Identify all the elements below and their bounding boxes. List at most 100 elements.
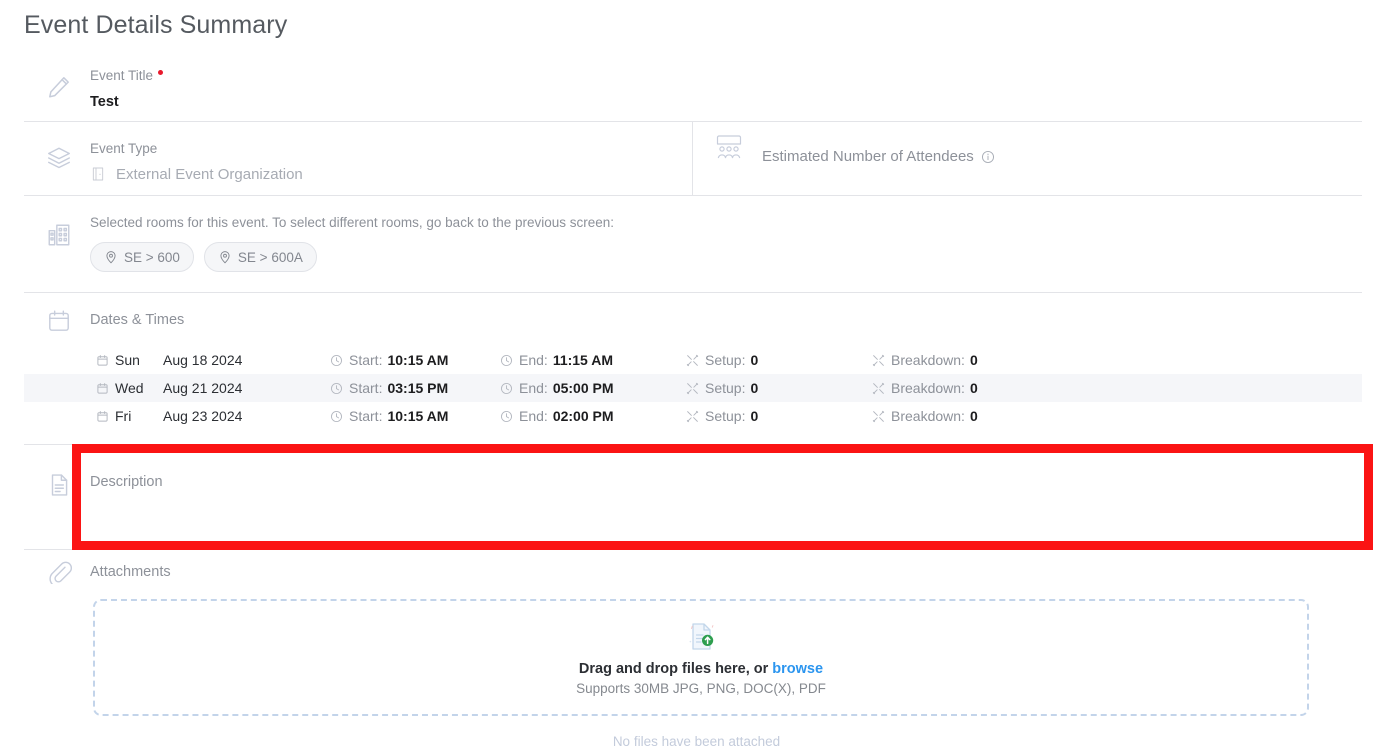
- end-cell: End: 11:15 AM: [500, 352, 686, 368]
- tools-icon: [872, 410, 885, 423]
- attendees-field[interactable]: Estimated Number of Attendees: [762, 148, 995, 165]
- attendees-label: Estimated Number of Attendees: [762, 148, 974, 165]
- divider-after-description: [24, 549, 1362, 550]
- event-title-label-text: Event Title: [90, 68, 154, 83]
- start-value: 10:15 AM: [387, 408, 449, 424]
- setup-label: Setup:: [705, 408, 746, 424]
- description-field[interactable]: Description: [90, 474, 1362, 548]
- calendar-small-icon: [96, 354, 109, 367]
- date-value: Aug 21 2024: [163, 380, 243, 396]
- description-value[interactable]: [90, 498, 1362, 528]
- setup-cell: Setup: 0: [686, 408, 872, 424]
- file-upload-icon: [684, 620, 718, 654]
- breakdown-label: Breakdown:: [891, 352, 965, 368]
- event-type-value: External Event Organization: [116, 165, 303, 183]
- tools-icon: [872, 354, 885, 367]
- dropzone-prompt: Drag and drop files here, or: [578, 660, 773, 677]
- start-value: 10:15 AM: [387, 352, 449, 368]
- document-icon: [46, 472, 72, 498]
- paperclip-icon: [46, 558, 72, 584]
- calendar-small-icon: [96, 382, 109, 395]
- description-label: Description: [90, 474, 163, 490]
- building-door-icon: [90, 165, 106, 183]
- start-label: Start:: [349, 352, 383, 368]
- date-cell: Sun Aug 18 2024: [24, 352, 330, 368]
- setup-value: 0: [750, 380, 759, 396]
- selected-rooms-section: Selected rooms for this event. To select…: [24, 215, 1362, 272]
- event-title-field[interactable]: Event Title Test: [24, 68, 1362, 110]
- end-label: End:: [519, 352, 548, 368]
- required-indicator: [158, 70, 164, 75]
- end-label: End:: [519, 380, 548, 396]
- room-chip-label: SE > 600A: [237, 249, 303, 265]
- info-circle-icon[interactable]: [981, 150, 995, 164]
- setup-label: Setup:: [705, 352, 746, 368]
- room-chip[interactable]: SE > 600A: [203, 242, 317, 272]
- divider-after-event-title: [24, 121, 1362, 122]
- tools-icon: [686, 410, 699, 423]
- day-of-week: Wed: [115, 380, 144, 396]
- end-value: 05:00 PM: [552, 380, 614, 396]
- breakdown-cell: Breakdown: 0: [872, 408, 978, 424]
- setup-label: Setup:: [705, 380, 746, 396]
- divider-after-rooms: [24, 292, 1362, 293]
- page-title: Event Details Summary: [24, 11, 288, 39]
- event-type-field[interactable]: Event Type External Event Organization: [24, 141, 1362, 183]
- clock-icon: [330, 354, 343, 367]
- breakdown-label: Breakdown:: [891, 380, 965, 396]
- table-row[interactable]: Fri Aug 23 2024 Start: 10:15 AM End: 02:…: [24, 402, 1362, 430]
- start-label: Start:: [349, 380, 383, 396]
- day-of-week: Sun: [115, 352, 140, 368]
- end-label: End:: [519, 408, 548, 424]
- end-value: 02:00 PM: [552, 408, 614, 424]
- room-chip-label: SE > 600: [124, 249, 180, 265]
- event-title-value: Test: [90, 94, 119, 110]
- date-cell: Fri Aug 23 2024: [24, 408, 330, 424]
- rooms-instruction: Selected rooms for this event. To select…: [90, 215, 615, 230]
- date-cell: Wed Aug 21 2024: [24, 380, 330, 396]
- date-value: Aug 23 2024: [163, 408, 243, 424]
- date-value: Aug 18 2024: [163, 352, 243, 368]
- table-row[interactable]: Sun Aug 18 2024 Start: 10:15 AM End: 11:…: [24, 346, 1362, 374]
- end-value: 11:15 AM: [552, 352, 613, 368]
- rooms-chip-list: SE > 600 SE > 600A: [90, 242, 1362, 272]
- attachments-label: Attachments: [90, 564, 171, 580]
- start-cell: Start: 10:15 AM: [330, 408, 500, 424]
- clock-icon: [500, 410, 513, 423]
- tools-icon: [686, 354, 699, 367]
- browse-link[interactable]: browse: [772, 661, 823, 677]
- divider-after-dates: [24, 444, 1362, 445]
- setup-cell: Setup: 0: [686, 352, 872, 368]
- tools-icon: [686, 382, 699, 395]
- room-chip[interactable]: SE > 600: [90, 242, 194, 272]
- map-pin-icon: [104, 250, 118, 264]
- setup-value: 0: [750, 408, 759, 424]
- tools-icon: [872, 382, 885, 395]
- divider-after-event-type: [24, 195, 1362, 196]
- clock-icon: [500, 382, 513, 395]
- breakdown-cell: Breakdown: 0: [872, 380, 978, 396]
- calendar-small-icon: [96, 410, 109, 423]
- breakdown-label: Breakdown:: [891, 408, 965, 424]
- breakdown-cell: Breakdown: 0: [872, 352, 978, 368]
- start-label: Start:: [349, 408, 383, 424]
- breakdown-value: 0: [969, 408, 978, 424]
- dropzone-main-text: Drag and drop files here, or browse: [579, 661, 823, 677]
- no-files-message: No files have been attached: [612, 734, 781, 746]
- breakdown-value: 0: [969, 380, 978, 396]
- event-details-summary-page: Event Details Summary Event Title Test E…: [0, 0, 1393, 746]
- day-of-week: Fri: [115, 408, 132, 424]
- event-title-label: Event Title: [90, 68, 1362, 83]
- file-dropzone[interactable]: Drag and drop files here, or browse Supp…: [93, 599, 1309, 716]
- audience-group-icon: [713, 132, 745, 162]
- clock-icon: [330, 382, 343, 395]
- clock-icon: [330, 410, 343, 423]
- table-row[interactable]: Wed Aug 21 2024 Start: 03:15 PM End: 05:…: [24, 374, 1362, 402]
- setup-cell: Setup: 0: [686, 380, 872, 396]
- dates-times-heading: Dates & Times: [90, 312, 185, 328]
- end-cell: End: 02:00 PM: [500, 408, 686, 424]
- start-value: 03:15 PM: [387, 380, 449, 396]
- vertical-divider-event-type-attendees: [692, 122, 693, 195]
- calendar-icon: [46, 308, 72, 334]
- setup-value: 0: [750, 352, 759, 368]
